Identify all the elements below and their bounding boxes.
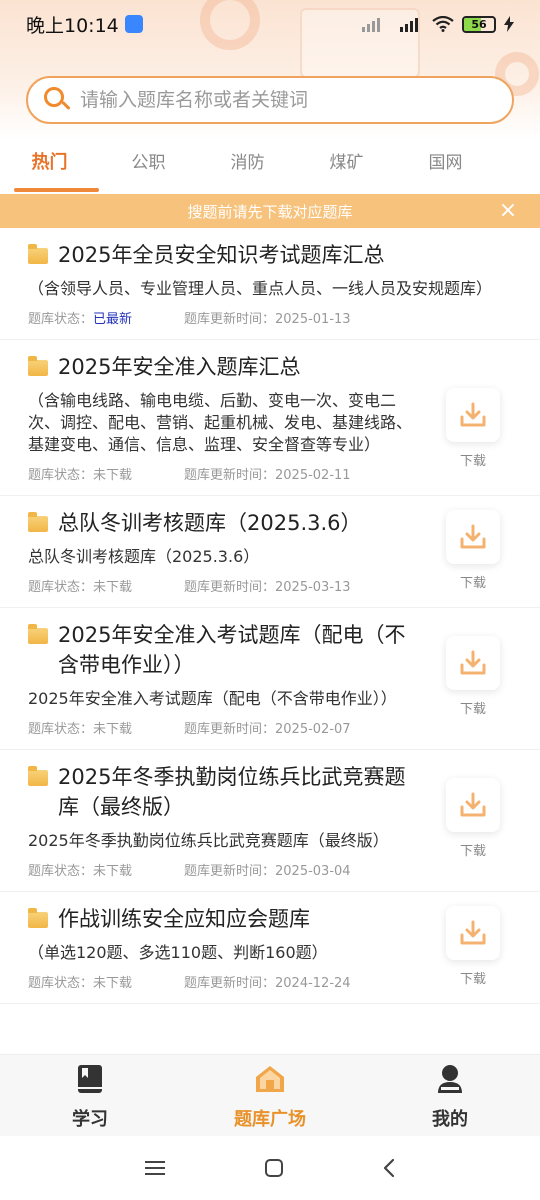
home-button-icon[interactable] [263,1157,285,1179]
charging-icon [504,16,514,32]
download-icon [460,650,486,675]
updated-label: 题库更新时间： [184,468,276,483]
download-button[interactable]: 下载 [446,906,500,987]
updated-label: 题库更新时间： [184,580,276,595]
tab-civil-service[interactable]: 公职 [99,140,198,192]
download-icon [460,792,486,817]
list-item[interactable]: 2025年全员安全知识考试题库汇总 （含领导人员、专业管理人员、重点人员、一线人… [0,228,540,340]
download-label: 下载 [459,972,486,987]
updated-label: 题库更新时间： [184,976,276,991]
folder-icon [28,356,48,376]
item-description: （含领导人员、专业管理人员、重点人员、一线人员及安规题库） [28,279,493,298]
folder-icon [28,766,48,786]
item-title: 作战训练安全应知应会题库 [58,907,310,931]
battery-indicator: 56 [462,15,496,33]
nav-question-bank-label: 题库广场 [234,1109,306,1130]
nav-mine-label: 我的 [432,1109,468,1130]
item-description: （含输电线路、输电电缆、后勤、变电一次、变电二次、调控、配电、营销、起重机械、发… [28,391,413,454]
item-title: 2025年冬季执勤岗位练兵比武竞赛题库（最终版） [58,765,406,819]
signal-2-icon [400,18,418,32]
book-icon [78,1065,102,1093]
list-item[interactable]: 2025年冬季执勤岗位练兵比武竞赛题库（最终版） 2025年冬季执勤岗位练兵比武… [0,750,540,892]
download-label: 下载 [459,454,486,469]
search-icon [42,85,72,115]
status-time: 晚上10:14 [26,14,119,37]
status-value: 未下载 [93,722,133,737]
download-button[interactable]: 下载 [446,636,500,717]
nav-mine[interactable]: 我的 [360,1055,540,1136]
question-bank-list: 2025年全员安全知识考试题库汇总 （含领导人员、专业管理人员、重点人员、一线人… [0,228,540,1054]
status-value: 未下载 [93,864,133,879]
tab-fire[interactable]: 消防 [198,140,297,192]
updated-date: 2025-03-13 [275,580,351,595]
nav-study-label: 学习 [72,1109,108,1130]
back-icon[interactable] [381,1157,397,1179]
download-button[interactable]: 下载 [446,388,500,469]
download-label: 下载 [459,576,486,591]
status-label: 题库状态： [28,580,94,595]
status-label: 题库状态： [28,976,94,991]
updated-date: 2025-03-04 [275,864,351,879]
status-label: 题库状态： [28,722,94,737]
item-description: 2025年冬季执勤岗位练兵比武竞赛题库（最终版） [28,831,389,850]
status-value: 未下载 [93,580,133,595]
status-bar: 晚上10:14 56 [0,0,540,48]
status-value: 已最新 [93,312,133,327]
menu-icon[interactable] [143,1158,167,1178]
system-navigation-bar [0,1136,540,1200]
status-label: 题库状态： [28,864,94,879]
updated-date: 2024-12-24 [275,976,351,991]
home-icon [256,1066,284,1092]
tab-hot[interactable]: 热门 [0,140,99,192]
folder-icon [28,512,48,532]
item-title: 总队冬训考核题库（2025.3.6） [58,511,362,535]
updated-date: 2025-02-11 [275,468,351,483]
notice-banner: 搜题前请先下载对应题库 × [0,194,540,228]
folder-icon [28,244,48,264]
folder-icon [28,624,48,644]
item-title: 2025年全员安全知识考试题库汇总 [58,243,385,267]
bottom-navigation: 学习 题库广场 我的 [0,1054,540,1136]
download-icon [460,524,486,549]
download-button[interactable]: 下载 [446,510,500,591]
battery-level: 56 [471,17,487,31]
download-icon [460,402,486,427]
nav-study[interactable]: 学习 [0,1055,180,1136]
download-label: 下载 [459,844,486,859]
tab-state-grid[interactable]: 国网 [396,140,495,192]
signal-icon [362,18,380,32]
updated-date: 2025-01-13 [275,312,351,327]
updated-label: 题库更新时间： [184,312,276,327]
status-label: 题库状态： [28,312,94,327]
nav-question-bank-square[interactable]: 题库广场 [180,1055,360,1136]
item-description: 2025年安全准入考试题库（配电（不含带电作业）） [28,689,397,708]
tab-coal-mine[interactable]: 煤矿 [297,140,396,192]
wifi-icon [432,16,454,32]
updated-label: 题库更新时间： [184,864,276,879]
list-item[interactable]: 作战训练安全应知应会题库 （单选120题、多选110题、判断160题） 题库状态… [0,892,540,1004]
status-value: 未下载 [93,468,133,483]
download-icon [460,920,486,945]
list-item[interactable]: 总队冬训考核题库（2025.3.6） 总队冬训考核题库（2025.3.6） 题库… [0,496,540,608]
status-value: 未下载 [93,976,133,991]
updated-label: 题库更新时间： [184,722,276,737]
folder-icon [28,908,48,928]
item-title: 2025年安全准入题库汇总 [58,355,301,379]
list-item[interactable]: 2025年安全准入考试题库（配电（不含带电作业）） 2025年安全准入考试题库（… [0,608,540,750]
search-input[interactable] [80,89,480,111]
download-label: 下载 [459,702,486,717]
category-tabs: 热门 公职 消防 煤矿 国网 [0,140,540,192]
item-title: 2025年安全准入考试题库（配电（不含带电作业）） [58,623,406,677]
status-label: 题库状态： [28,468,94,483]
item-description: 总队冬训考核题库（2025.3.6） [28,547,260,566]
search-bar[interactable] [26,76,514,124]
list-item[interactable]: 2025年安全准入题库汇总 （含输电线路、输电电缆、后勤、变电一次、变电二次、调… [0,340,540,496]
notice-text: 搜题前请先下载对应题库 [187,202,353,221]
app-notification-icon [124,15,143,33]
close-icon[interactable]: × [496,199,520,223]
user-icon [438,1065,462,1093]
item-description: （单选120题、多选110题、判断160题） [28,943,328,962]
updated-date: 2025-02-07 [275,722,351,737]
download-button[interactable]: 下载 [446,778,500,859]
